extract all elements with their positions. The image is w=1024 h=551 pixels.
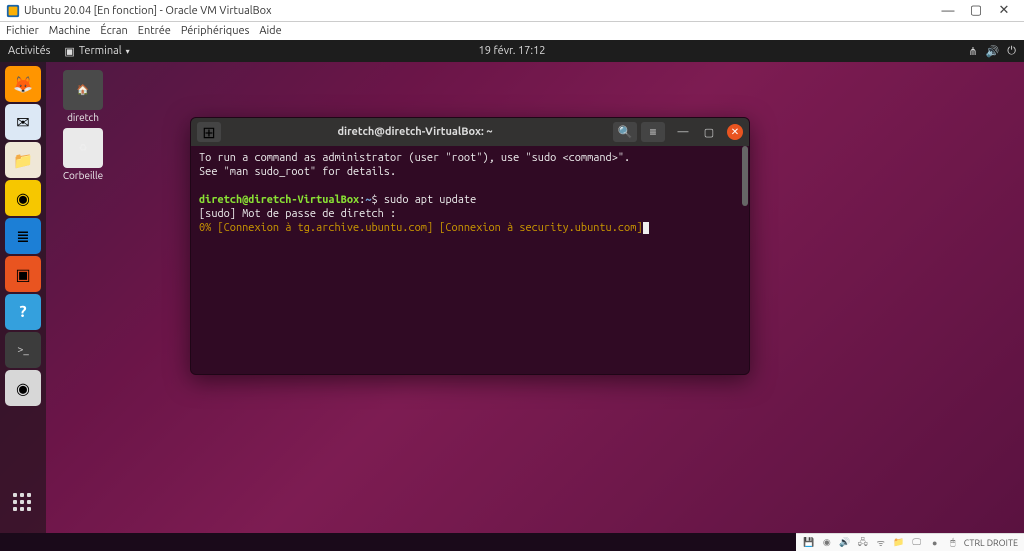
terminal-window: ⊞ diretch@diretch-VirtualBox: ~ 🔍 ≡ — ▢ … — [190, 117, 750, 375]
host-close-button[interactable]: ✕ — [990, 3, 1018, 18]
terminal-progress: 0% [Connexion à tg.archive.ubuntu.com] [… — [199, 222, 643, 234]
terminal-line: To run a command as administrator (user … — [199, 151, 741, 165]
vb-status-audio-icon[interactable]: 🔊 — [838, 536, 852, 550]
prompt-end: $ — [372, 194, 384, 206]
vb-menu-screen[interactable]: Écran — [100, 25, 127, 37]
volume-icon[interactable]: 🔊 — [986, 45, 1000, 58]
terminal-line: 0% [Connexion à tg.archive.ubuntu.com] [… — [199, 221, 741, 235]
terminal-minimize-button[interactable]: — — [675, 124, 691, 140]
dock-item-firefox[interactable]: 🦊 — [5, 66, 41, 102]
new-tab-button[interactable]: ⊞ — [197, 122, 221, 142]
vb-status-hdd-icon[interactable]: 💾 — [802, 536, 816, 550]
trash-icon: ♻ — [79, 142, 88, 154]
prompt-user: diretch@diretch-VirtualBox — [199, 194, 359, 206]
thunderbird-icon: ✉ — [16, 113, 29, 132]
terminal-search-button[interactable]: 🔍 — [613, 122, 637, 142]
vb-menu-devices[interactable]: Périphériques — [181, 25, 249, 37]
files-icon: 📁 — [13, 151, 33, 170]
dock-item-terminal[interactable]: >_ — [5, 332, 41, 368]
vb-status-record-icon[interactable]: ● — [928, 536, 942, 550]
virtualbox-window-title: Ubuntu 20.04 [En fonction] - Oracle VM V… — [24, 5, 272, 17]
gnome-topbar: Activités ▣ Terminal ▾ 19 févr. 17:12 ⋔ … — [0, 40, 1024, 62]
software-icon: ▣ — [15, 265, 30, 284]
search-icon: 🔍 — [618, 125, 633, 139]
firefox-icon: 🦊 — [13, 75, 33, 94]
virtualbox-statusbar: 💾 ◉ 🔊 🖧 ᯤ 📁 🖵 ● 🖱 CTRL DROITE — [796, 533, 1024, 551]
show-applications-button[interactable] — [5, 485, 41, 521]
terminal-line: [sudo] Mot de passe de diretch : — [199, 207, 741, 221]
virtualbox-titlebar: Ubuntu 20.04 [En fonction] - Oracle VM V… — [0, 0, 1024, 22]
terminal-dock-icon: >_ — [17, 344, 29, 356]
terminal-icon: ▣ — [64, 45, 74, 58]
rhythmbox-icon: ◉ — [16, 189, 30, 208]
terminal-prompt-line: diretch@diretch-VirtualBox:~$ sudo apt u… — [199, 193, 741, 207]
dock-item-disc[interactable]: ◉ — [5, 370, 41, 406]
vb-status-network-icon[interactable]: 🖧 — [856, 536, 870, 550]
dock-item-thunderbird[interactable]: ✉ — [5, 104, 41, 140]
vb-menu-help[interactable]: Aide — [259, 25, 281, 37]
virtualbox-logo-icon — [6, 4, 20, 18]
terminal-menu-button[interactable]: ≡ — [641, 122, 665, 142]
vb-menu-machine[interactable]: Machine — [49, 25, 91, 37]
disc-icon: ◉ — [16, 379, 30, 398]
activities-button[interactable]: Activités — [8, 45, 50, 57]
terminal-scrollbar[interactable] — [742, 146, 748, 206]
app-menu-label: Terminal — [79, 45, 122, 57]
network-icon[interactable]: ⋔ — [968, 45, 977, 58]
terminal-maximize-button[interactable]: ▢ — [701, 124, 717, 140]
vb-status-mouse-icon[interactable]: 🖱 — [946, 536, 960, 550]
terminal-command: sudo apt update — [384, 194, 476, 206]
app-menu[interactable]: ▣ Terminal ▾ — [64, 45, 129, 58]
terminal-close-button[interactable]: ✕ — [727, 124, 743, 140]
terminal-headerbar: ⊞ diretch@diretch-VirtualBox: ~ 🔍 ≡ — ▢ … — [191, 118, 749, 146]
new-tab-icon: ⊞ — [202, 123, 215, 142]
dock-item-files[interactable]: 📁 — [5, 142, 41, 178]
dock-item-help[interactable]: ? — [5, 294, 41, 330]
host-maximize-button[interactable]: ▢ — [962, 3, 990, 18]
terminal-body[interactable]: To run a command as administrator (user … — [191, 146, 749, 374]
desktop-icon-label: diretch — [56, 112, 110, 123]
virtualbox-menubar: Fichier Machine Écran Entrée Périphériqu… — [0, 22, 1024, 40]
help-icon: ? — [19, 303, 26, 321]
dock: 🦊 ✉ 📁 ◉ ≣ ▣ ? >_ ◉ — [0, 62, 46, 533]
dock-item-writer[interactable]: ≣ — [5, 218, 41, 254]
vb-host-key: CTRL DROITE — [964, 538, 1018, 548]
chevron-down-icon: ▾ — [126, 47, 130, 56]
vb-status-display-icon[interactable]: 🖵 — [910, 536, 924, 550]
gnome-clock[interactable]: 19 févr. 17:12 — [479, 45, 546, 57]
desktop-icon-home[interactable]: 🏠 diretch — [56, 70, 110, 123]
vb-status-shared-icon[interactable]: 📁 — [892, 536, 906, 550]
vb-status-disc-icon[interactable]: ◉ — [820, 536, 834, 550]
apps-grid-icon — [13, 493, 33, 513]
ubuntu-desktop: Activités ▣ Terminal ▾ 19 févr. 17:12 ⋔ … — [0, 40, 1024, 533]
dock-item-software[interactable]: ▣ — [5, 256, 41, 292]
power-icon[interactable]: ⏻ — [1007, 45, 1016, 58]
close-icon: ✕ — [731, 126, 739, 138]
terminal-cursor — [643, 222, 649, 234]
desktop-icon-label: Corbeille — [56, 170, 110, 181]
home-folder-icon: 🏠 — [77, 84, 89, 96]
terminal-line — [199, 179, 741, 193]
vb-menu-file[interactable]: Fichier — [6, 25, 39, 37]
terminal-title: diretch@diretch-VirtualBox: ~ — [221, 126, 609, 138]
vb-menu-input[interactable]: Entrée — [138, 25, 171, 37]
writer-icon: ≣ — [16, 227, 29, 246]
host-minimize-button[interactable]: — — [934, 4, 962, 18]
terminal-line: See "man sudo_root" for details. — [199, 165, 741, 179]
hamburger-icon: ≡ — [649, 125, 656, 139]
dock-item-rhythmbox[interactable]: ◉ — [5, 180, 41, 216]
desktop-icon-trash[interactable]: ♻ Corbeille — [56, 128, 110, 181]
vb-status-usb-icon[interactable]: ᯤ — [874, 536, 888, 550]
